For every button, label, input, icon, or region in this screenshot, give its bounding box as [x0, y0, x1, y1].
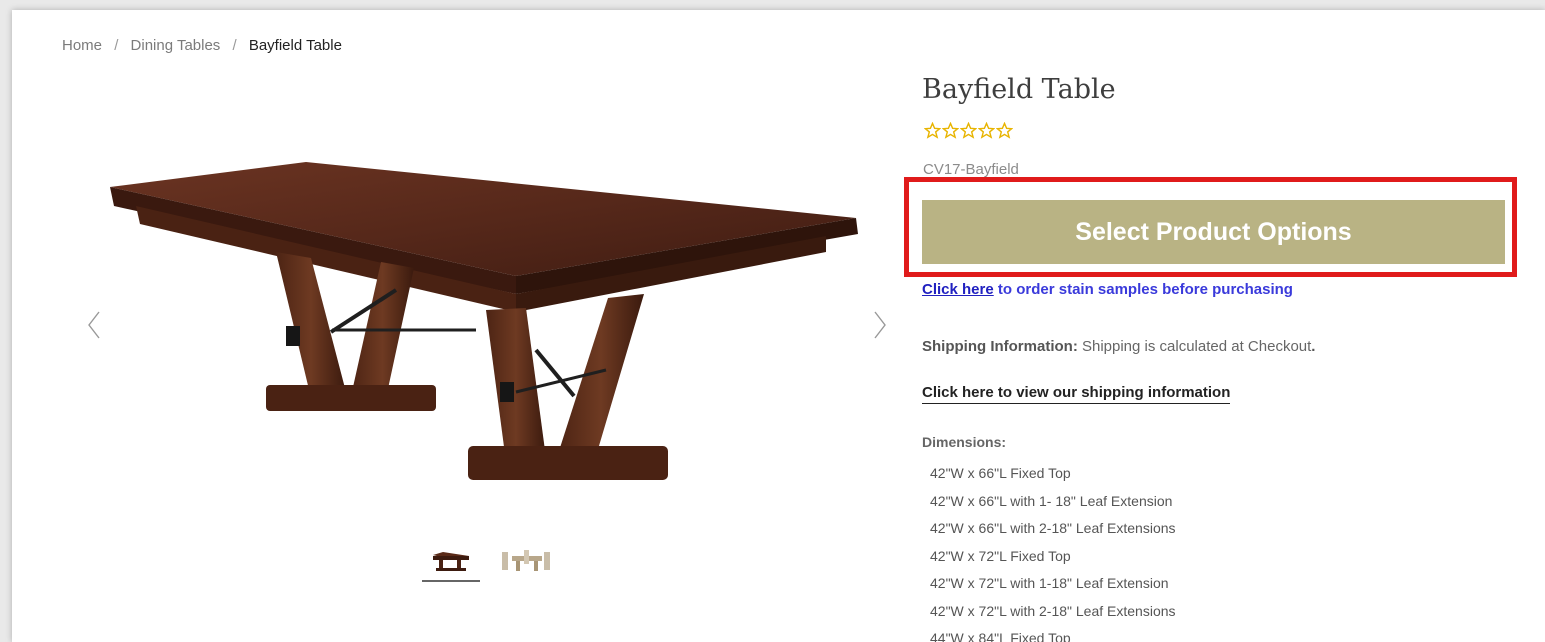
gallery-thumbnails — [422, 542, 556, 582]
dimension-item: 44"W x 84"L Fixed Top — [930, 630, 1071, 642]
dimensions-title: Dimensions: — [922, 434, 1007, 450]
star-outline-icon — [924, 122, 941, 139]
thumbnail-table[interactable] — [422, 542, 480, 582]
breadcrumb-separator: / — [232, 37, 237, 54]
shipping-text: Shipping is calculated at Checkout — [1081, 338, 1312, 355]
select-product-options-button[interactable]: Select Product Options — [922, 200, 1505, 264]
star-outline-icon — [942, 122, 959, 139]
shipping-punct: . — [1311, 338, 1316, 355]
star-outline-icon — [960, 122, 977, 139]
rating-stars — [924, 122, 1013, 139]
shipping-info-link[interactable]: Click here to view our shipping informat… — [922, 384, 1231, 404]
stain-samples-link[interactable]: Click here — [922, 281, 994, 298]
thumbnail-dining-set-image — [502, 550, 550, 571]
breadcrumb-current: Bayfield Table — [248, 37, 342, 54]
shipping-information: Shipping Information: Shipping is calcul… — [922, 338, 1315, 355]
product-title: Bayfield Table — [922, 74, 1116, 105]
dimension-item: 42"W x 72"L with 2-18" Leaf Extensions — [930, 602, 1176, 619]
stain-samples-text: Click here to order stain samples before… — [922, 281, 1293, 298]
product-page: Home / Dining Tables / Bayfield Table Ba… — [12, 10, 1545, 642]
breadcrumb-separator: / — [114, 37, 119, 54]
dimension-item: 42"W x 66"L Fixed Top — [930, 465, 1071, 481]
product-gallery — [82, 140, 902, 610]
breadcrumb-dining-tables[interactable]: Dining Tables — [131, 37, 221, 54]
dimension-item: 42"W x 72"L with 1-18" Leaf Extension — [930, 575, 1169, 591]
chevron-right-icon — [874, 311, 886, 339]
thumbnail-dining-set[interactable] — [498, 542, 556, 580]
stain-samples-description: to order stain samples before purchasing — [997, 281, 1293, 298]
dimension-item: 42"W x 72"L Fixed Top — [930, 547, 1071, 564]
dimension-item: 42"W x 66"L with 1- 18" Leaf Extension — [930, 492, 1173, 509]
breadcrumb-home[interactable]: Home — [62, 37, 102, 54]
dimension-item: 42"W x 66"L with 2-18" Leaf Extensions — [930, 520, 1176, 536]
dimensions-list: 42"W x 66"L Fixed Top 42"W x 66"L with 1… — [930, 460, 1176, 642]
gallery-next-button[interactable] — [870, 308, 890, 342]
product-sku: CV17-Bayfield — [923, 161, 1019, 178]
product-image[interactable] — [96, 140, 876, 520]
thumbnail-table-image — [433, 552, 469, 571]
shipping-label: Shipping Information: — [922, 338, 1078, 355]
star-outline-icon — [996, 122, 1013, 139]
star-outline-icon — [978, 122, 995, 139]
breadcrumb: Home / Dining Tables / Bayfield Table — [62, 37, 342, 54]
